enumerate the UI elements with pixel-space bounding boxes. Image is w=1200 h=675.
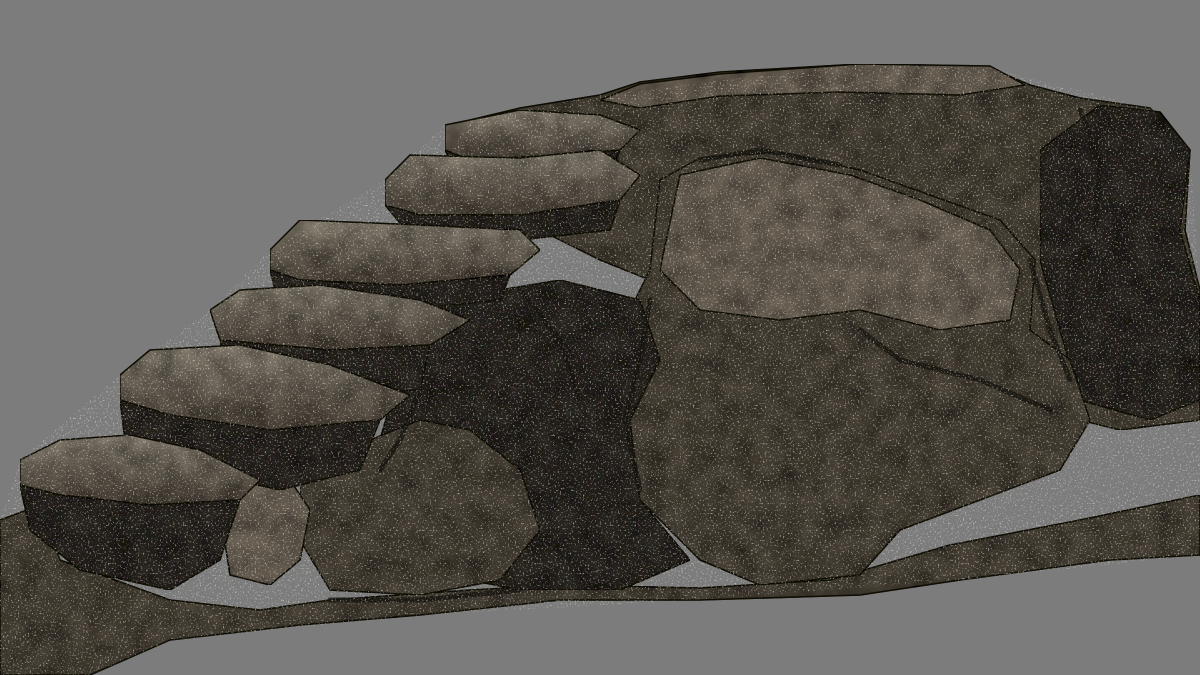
viewport bbox=[0, 0, 1200, 675]
scene-render bbox=[0, 0, 1200, 675]
